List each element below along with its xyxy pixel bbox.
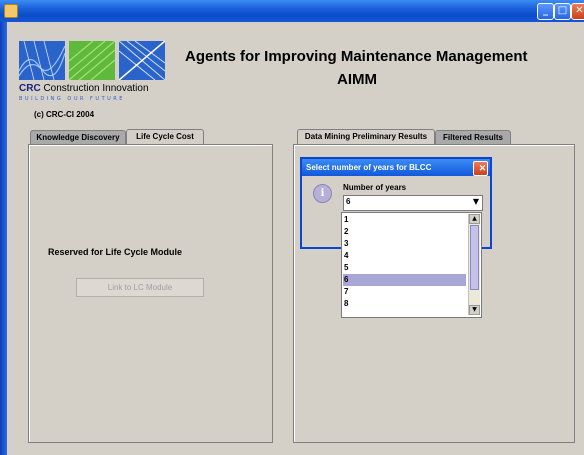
scroll-thumb[interactable]	[470, 225, 479, 290]
close-button[interactable]: ✕	[571, 3, 584, 20]
logo-pattern-icon	[19, 41, 65, 80]
years-label: Number of years	[343, 183, 407, 192]
window-left-border	[0, 22, 7, 455]
logo-leaf-icon	[69, 41, 115, 80]
years-dropdown-list[interactable]: 1 2 3 4 5 6 7 8 ▲ ▼	[341, 212, 482, 318]
copyright-text: (c) CRC-CI 2004	[34, 110, 95, 119]
window-titlebar[interactable]: _ □ ✕	[0, 0, 584, 22]
dialog-title[interactable]: Select number of years for BLCC ✕	[302, 159, 490, 176]
app-icon	[4, 4, 18, 18]
dialog-title-text: Select number of years for BLCC	[306, 163, 432, 172]
logo-tagline: BUILDING OUR FUTURE	[19, 96, 125, 102]
logo-brand-text: CRC Construction Innovation	[19, 83, 149, 94]
reserved-text: Reserved for Life Cycle Module	[48, 247, 183, 257]
scroll-up-icon[interactable]: ▲	[469, 214, 480, 224]
list-item[interactable]: 4	[343, 250, 466, 262]
logo-tile-right	[119, 41, 165, 80]
list-item[interactable]: 5	[343, 262, 466, 274]
tab-filtered-results[interactable]: Filtered Results	[435, 130, 511, 144]
scroll-down-icon[interactable]: ▼	[469, 305, 480, 315]
list-item-selected[interactable]: 6	[343, 274, 466, 286]
tab-knowledge-discovery[interactable]: Knowledge Discovery	[30, 130, 126, 144]
list-item[interactable]: 8	[343, 298, 466, 310]
minimize-button[interactable]: _	[537, 3, 554, 20]
chevron-down-icon[interactable]: ▼	[473, 197, 479, 206]
logo-structure-icon	[119, 41, 165, 80]
info-icon: i	[313, 184, 332, 203]
dropdown-scrollbar[interactable]: ▲ ▼	[468, 214, 480, 315]
tab-life-cycle-cost[interactable]: Life Cycle Cost	[126, 129, 204, 144]
dialog-close-button[interactable]: ✕	[473, 161, 488, 176]
years-combobox[interactable]: 6 ▼	[343, 195, 483, 211]
list-item[interactable]: 3	[343, 238, 466, 250]
list-item[interactable]: 2	[343, 226, 466, 238]
link-to-lc-module-button[interactable]: Link to LC Module	[76, 278, 204, 297]
page-title: Agents for Improving Maintenance Managem…	[185, 48, 528, 65]
logo-tile-left	[19, 41, 65, 80]
years-selected-value: 6	[346, 197, 351, 206]
crc-logo: CRC Construction Innovation BUILDING OUR…	[19, 41, 165, 104]
list-item[interactable]: 7	[343, 286, 466, 298]
list-item[interactable]: 1	[343, 214, 466, 226]
maximize-button[interactable]: □	[554, 3, 571, 20]
logo-tile-middle	[69, 41, 115, 80]
tab-data-mining-results[interactable]: Data Mining Preliminary Results	[297, 129, 435, 144]
page-subtitle: AIMM	[337, 71, 377, 88]
